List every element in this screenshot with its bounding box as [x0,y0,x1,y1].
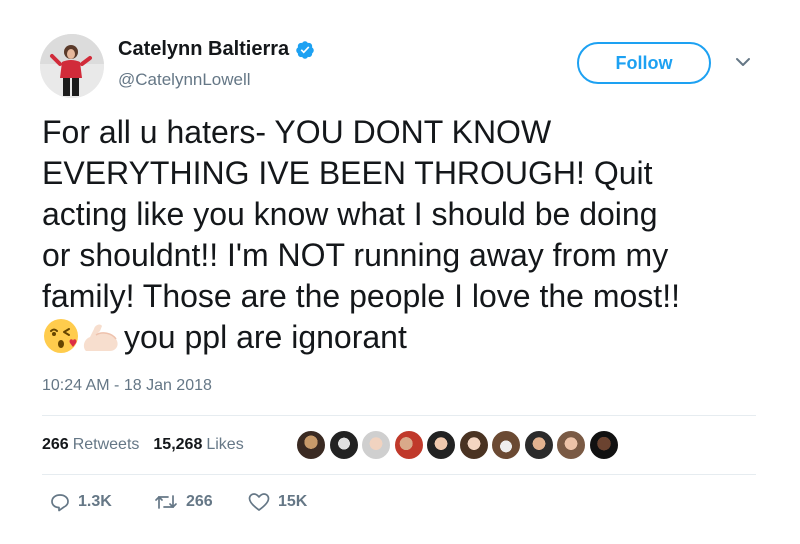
liker-avatar[interactable] [588,430,619,460]
liker-avatar[interactable] [328,430,359,460]
verified-badge-icon [296,40,314,59]
user-handle[interactable]: @CatelynnLowell [118,70,251,90]
liker-avatar[interactable] [361,430,391,460]
liker-avatar[interactable] [523,430,554,460]
likes-stat[interactable]: 15,268 Likes [153,436,243,454]
liker-avatar[interactable] [491,430,521,460]
avatar[interactable] [40,34,104,98]
retweets-stat[interactable]: 266 Retweets [42,436,139,454]
flexed-biceps-emoji [83,324,118,351]
retweets-count: 266 [42,436,69,453]
likes-count: 15,268 [153,436,203,453]
display-name-text[interactable]: Catelynn Baltierra [118,38,289,61]
liker-avatar[interactable] [556,430,586,460]
display-name[interactable]: Catelynn Baltierra [118,38,315,61]
retweets-label: Retweets [72,436,140,453]
likers-avatars [296,430,621,460]
retweet-action[interactable]: 266 [154,492,250,512]
tweet-text: For all u haters- YOU DONT KNOW EVERYTHI… [42,112,782,358]
liker-avatar[interactable] [296,430,326,460]
tweet-line-last: you ppl are ignorant [42,317,782,358]
tweet-line: or shouldnt!! I'm NOT running away from … [42,237,669,273]
retweet-count: 266 [186,493,213,510]
follow-button[interactable]: Follow [577,42,711,84]
tweet-line: acting like you know what I should be do… [42,196,658,232]
like-count: 15K [278,493,308,510]
tweet-timestamp[interactable]: 10:24 AM - 18 Jan 2018 [42,377,212,395]
liker-avatar[interactable] [426,430,456,460]
tweet-line: family! Those are the people I love the … [42,278,680,314]
retweet-icon [155,495,177,509]
tweet-last-text: you ppl are ignorant [124,319,407,355]
like-action[interactable]: 15K [248,492,307,512]
reply-action[interactable]: 1.3K [50,492,140,512]
reply-count: 1.3K [78,493,112,510]
heart-icon [248,493,270,511]
tweet-stats: 266 Retweets 15,268 Likes [42,436,258,454]
face-blowing-kiss-emoji [44,318,78,353]
liker-avatar[interactable] [458,430,489,460]
likes-label: Likes [206,436,244,453]
tweet-line: EVERYTHING IVE BEEN THROUGH! Quit [42,155,653,191]
liker-avatar[interactable] [393,430,424,460]
tweet-actions: 1.3K 266 15K [42,492,307,512]
tweet-line: For all u haters- YOU DONT KNOW [42,114,552,150]
divider [42,474,756,475]
divider [42,415,756,416]
reply-icon [51,494,69,512]
chevron-down-icon[interactable] [734,56,752,68]
